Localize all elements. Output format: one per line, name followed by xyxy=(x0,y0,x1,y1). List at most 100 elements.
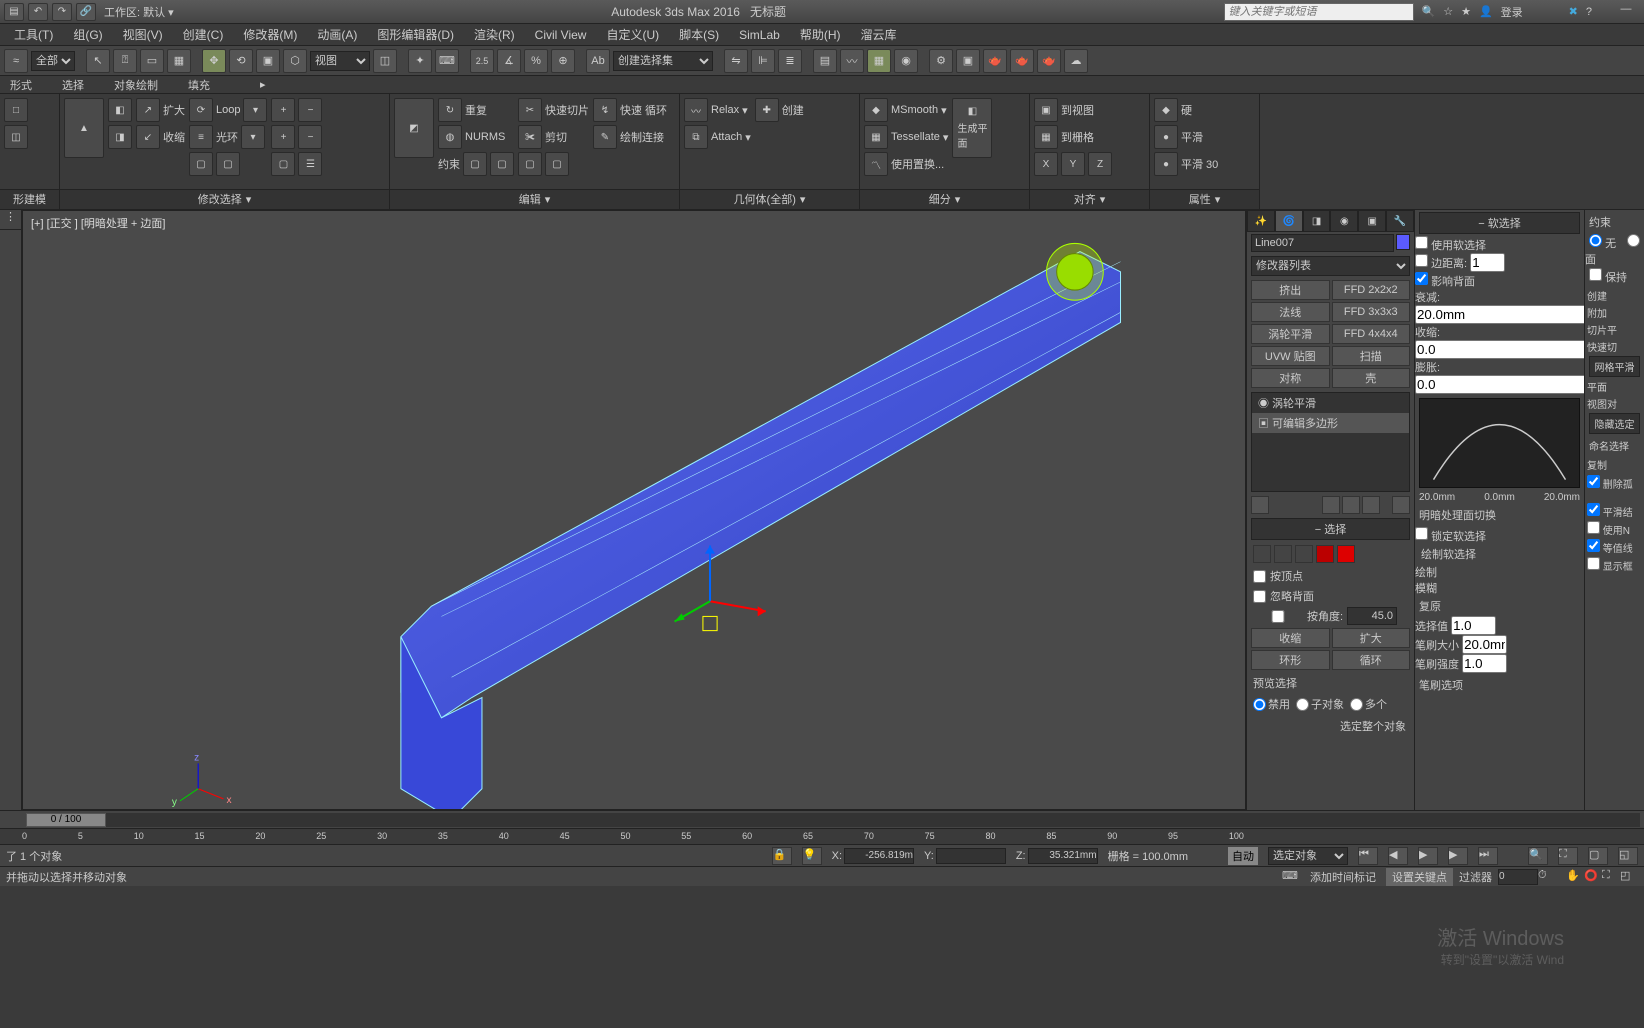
btn-ffd4[interactable]: FFD 4x4x4 xyxy=(1332,324,1411,344)
loop-button[interactable]: ⟳ xyxy=(189,98,213,122)
maximize-vp[interactable]: ⛶ xyxy=(1602,869,1620,885)
ribbon-slot-2[interactable]: ◨ xyxy=(108,125,132,149)
script-listener[interactable]: ⌨ xyxy=(1282,869,1300,885)
menu-help[interactable]: 帮助(H) xyxy=(790,24,851,45)
revert-btn[interactable]: 复原 xyxy=(1419,598,1580,614)
so-polygon[interactable] xyxy=(1316,545,1334,563)
mirror-button[interactable]: ⇋ xyxy=(724,49,748,73)
goto-start[interactable]: ⏮ xyxy=(1358,847,1378,865)
blur-btn[interactable]: 模糊 xyxy=(1415,580,1584,596)
btn-turbosmooth[interactable]: 涡轮平滑 xyxy=(1251,324,1330,344)
con-3[interactable]: ▢ xyxy=(518,152,542,176)
make-unique[interactable] xyxy=(1342,496,1360,514)
attach-button[interactable]: ⧉ xyxy=(684,125,708,149)
select-move-button[interactable]: ✥ xyxy=(202,49,226,73)
pan-btn[interactable]: ✋ xyxy=(1566,869,1584,885)
nurms-button[interactable]: ◍ xyxy=(438,125,462,149)
undo-button[interactable]: ↶ xyxy=(28,3,48,21)
align-x[interactable]: X xyxy=(1034,152,1058,176)
add-time-tag[interactable]: 添加时间标记 xyxy=(1310,869,1376,885)
msmooth-button[interactable]: ◆ xyxy=(864,98,888,122)
tab-modify[interactable]: 🌀 xyxy=(1275,210,1303,232)
menu-maxscript[interactable]: 脚本(S) xyxy=(669,24,729,45)
pin-stack[interactable] xyxy=(1251,496,1269,514)
prev-frame[interactable]: ◀ xyxy=(1388,847,1408,865)
btn-sweep[interactable]: 扫描 xyxy=(1332,346,1411,366)
brushstr-field[interactable] xyxy=(1462,654,1507,673)
key-target-dropdown[interactable]: 选定对象 xyxy=(1268,847,1348,865)
p3-iso[interactable]: 等值线 xyxy=(1585,538,1644,556)
btn-loop-sel[interactable]: 循环 xyxy=(1332,650,1411,670)
render-prod-button[interactable]: 🫖 xyxy=(983,49,1007,73)
menu-tools[interactable]: 工具(T) xyxy=(4,24,63,45)
menu-customize[interactable]: 自定义(U) xyxy=(596,24,669,45)
render-iray-button[interactable]: 🫖 xyxy=(1037,49,1061,73)
by-angle-value[interactable] xyxy=(1347,607,1397,625)
btn-normal[interactable]: 法线 xyxy=(1251,302,1330,322)
edgedist-check[interactable] xyxy=(1415,254,1428,267)
tab-display[interactable]: ▣ xyxy=(1358,210,1386,232)
menu-modifiers[interactable]: 修改器(M) xyxy=(233,24,307,45)
swiftloop-big[interactable]: ◩ xyxy=(394,98,434,158)
next-frame[interactable]: ▶ xyxy=(1448,847,1468,865)
so-border[interactable] xyxy=(1295,545,1313,563)
window-crossing-button[interactable]: ▦ xyxy=(167,49,191,73)
zoom-btn[interactable]: 🔍 xyxy=(1528,847,1548,865)
plus-1[interactable]: + xyxy=(271,98,295,122)
p3-usen[interactable]: 使用N xyxy=(1585,520,1644,538)
tab-motion[interactable]: ◉ xyxy=(1330,210,1358,232)
select-place-button[interactable]: ⬡ xyxy=(283,49,307,73)
so-edge[interactable] xyxy=(1274,545,1292,563)
hard-button[interactable]: ◆ xyxy=(1154,98,1178,122)
layer-button[interactable]: ≣ xyxy=(778,49,802,73)
keyboard-shortcut-button[interactable]: ⌨ xyxy=(435,49,459,73)
displace-button[interactable]: 〽 xyxy=(864,152,888,176)
edit-named-sel-button[interactable]: Ab xyxy=(586,49,610,73)
menu-animation[interactable]: 动画(A) xyxy=(307,24,367,45)
ring-button[interactable]: ≡ xyxy=(189,125,213,149)
link-button[interactable]: 🔗 xyxy=(76,3,96,21)
grow-large-button[interactable]: ▲ xyxy=(64,98,104,158)
coord-z-field[interactable] xyxy=(1028,848,1098,864)
schematic-view-button[interactable]: ▦ xyxy=(867,49,891,73)
edgedist-val[interactable] xyxy=(1470,253,1505,272)
time-handle[interactable]: 0 / 100 xyxy=(26,813,106,827)
expand-icon[interactable]: ▸ xyxy=(260,78,266,91)
paint-btn[interactable]: 绘制 xyxy=(1415,564,1584,580)
tab-hierarchy[interactable]: ◨ xyxy=(1303,210,1331,232)
select-rotate-button[interactable]: ⟲ xyxy=(229,49,253,73)
menu-grapheditors[interactable]: 图形编辑器(D) xyxy=(367,24,464,45)
render-setup-button[interactable]: ⚙ xyxy=(929,49,953,73)
coord-y-field[interactable] xyxy=(936,848,1006,864)
p3-attach[interactable]: 附加 xyxy=(1587,305,1642,320)
falloff-val[interactable] xyxy=(1415,305,1584,324)
p3-meshsmooth[interactable]: 网格平滑 xyxy=(1589,356,1640,377)
smooth-prop-button[interactable]: ● xyxy=(1154,125,1178,149)
login-link[interactable]: 登录 xyxy=(1501,4,1523,20)
so-vertex[interactable] xyxy=(1253,545,1271,563)
bubble-val[interactable] xyxy=(1415,375,1584,394)
btn-ffd2[interactable]: FFD 2x2x2 xyxy=(1332,280,1411,300)
key-filters[interactable]: 过滤器 xyxy=(1459,869,1492,885)
opt-disable[interactable]: 禁用 xyxy=(1253,696,1290,712)
select-region-button[interactable]: ▭ xyxy=(140,49,164,73)
con-4[interactable]: ▢ xyxy=(545,152,569,176)
pinch-val[interactable] xyxy=(1415,340,1584,359)
use-softsel-check[interactable]: 使用软选择 xyxy=(1415,236,1584,253)
viewport-label[interactable]: [+] [正交 ] [明暗处理 + 边面] xyxy=(31,215,165,231)
time-ruler[interactable]: 0510 152025 303540 455055 606570 758085 … xyxy=(0,828,1644,844)
affectback-check[interactable]: 影响背面 xyxy=(1415,272,1584,289)
align-z[interactable]: Z xyxy=(1088,152,1112,176)
btn-ffd3[interactable]: FFD 3x3x3 xyxy=(1332,302,1411,322)
fov-btn[interactable]: ▢ xyxy=(1588,847,1608,865)
object-name-field[interactable] xyxy=(1251,234,1394,252)
minus-1[interactable]: − xyxy=(298,98,322,122)
auto-key-label[interactable]: 自动 xyxy=(1228,847,1258,865)
slot-b[interactable]: ▢ xyxy=(216,152,240,176)
by-vertex-check[interactable]: 按顶点 xyxy=(1247,566,1414,586)
xchange-icon[interactable]: ✖ xyxy=(1569,5,1578,18)
object-color-swatch[interactable] xyxy=(1396,234,1410,250)
remove-mod[interactable] xyxy=(1362,496,1380,514)
goto-end[interactable]: ⏭ xyxy=(1478,847,1498,865)
con-none[interactable]: 无 xyxy=(1585,237,1620,251)
